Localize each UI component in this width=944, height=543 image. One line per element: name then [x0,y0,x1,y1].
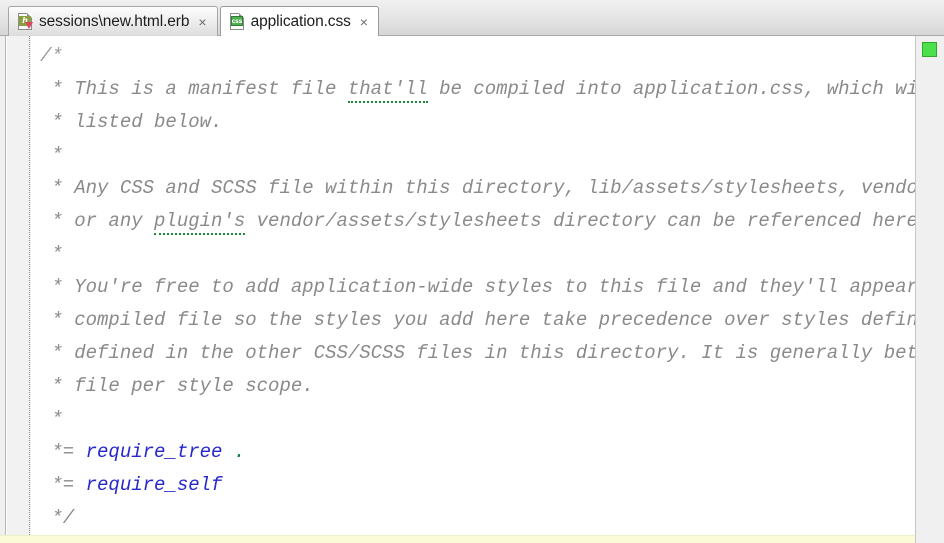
spellcheck-word: that'll [347,78,428,103]
code-line-text: * compiled file so the styles you add he… [40,309,915,331]
code-line-text: * defined in the other CSS/SCSS files in… [40,342,915,364]
code-line-text: vendor/assets/stylesheets directory can … [245,210,915,232]
tab-application-css[interactable]: css application.css × [219,6,379,37]
no-errors-marker-icon[interactable] [922,42,937,57]
code-line: /* [31,40,915,73]
code-line: * defined in the other CSS/SCSS files in… [31,337,915,370]
code-line-text: * This is a manifest file [40,78,348,100]
tab-strip: h sessions\new.html.erb × css applicatio… [8,5,379,37]
code-line: * [31,403,915,436]
code-line-text: /* [40,45,63,67]
code-line-text: *= [40,441,86,463]
tab-sessions-new-html-erb[interactable]: h sessions\new.html.erb × [8,6,218,36]
sprockets-directive: require_tree [85,441,223,463]
code-line: * You're free to add application-wide st… [31,271,915,304]
spellcheck-word: plugin's [154,210,246,235]
code-line-text: * [40,243,63,265]
code-line: * This is a manifest file that'll be com… [31,73,915,106]
code-line: * Any CSS and SCSS file within this dire… [31,172,915,205]
code-line: * or any plugin's vendor/assets/styleshe… [31,205,915,238]
code-line: * compiled file so the styles you add he… [31,304,915,337]
css-file-icon-badge: css [230,16,243,26]
code-line-text: be compiled into application.css, which … [427,78,915,100]
directive-argument: . [233,441,246,463]
current-line-highlight [0,535,944,543]
code-line-text: * [40,144,63,166]
code-line-text: * Any CSS and SCSS file within this dire… [40,177,915,199]
code-line-text: * listed below. [40,111,223,133]
editor-gutter[interactable] [7,36,31,543]
code-line: * file per style scope. [31,370,915,403]
code-line-text: * or any [40,210,155,232]
ruby-gem-icon [25,22,33,29]
sprockets-directive: require_self [85,474,223,496]
code-line-text: *= [40,474,86,496]
tab-close-icon[interactable]: × [196,15,208,29]
code-line-text: * [40,408,63,430]
code-line: * [31,238,915,271]
tab-label: sessions\new.html.erb [39,12,190,30]
error-marker-rail[interactable] [915,36,944,543]
code-line-text: * You're free to add application-wide st… [40,276,915,298]
tab-label: application.css [250,12,351,30]
tab-bar: h sessions\new.html.erb × css applicatio… [0,0,944,37]
code-lines: /* * This is a manifest file that'll be … [31,40,915,535]
erb-file-icon: h [18,13,33,30]
code-line: * [31,139,915,172]
code-line: *= require_self [31,469,915,502]
code-line: *= require_tree . [31,436,915,469]
code-line: * listed below. [31,106,915,139]
editor-window: h sessions\new.html.erb × css applicatio… [0,0,944,543]
code-line: */ [31,502,915,535]
code-editor[interactable]: /* * This is a manifest file that'll be … [0,36,944,543]
code-surface[interactable]: /* * This is a manifest file that'll be … [31,36,915,543]
code-line-text: * file per style scope. [40,375,314,397]
code-line-text: */ [40,507,75,529]
css-file-icon: css [229,13,245,30]
window-left-frame [0,36,6,543]
tab-close-icon[interactable]: × [358,15,370,29]
